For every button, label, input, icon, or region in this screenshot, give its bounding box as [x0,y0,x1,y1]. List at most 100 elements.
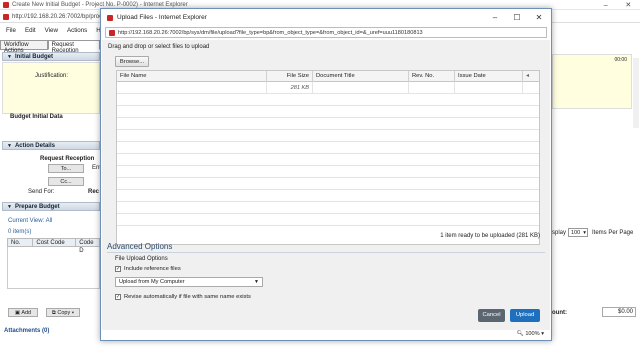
menu-file[interactable]: File [6,27,16,34]
background-tabs: Workflow Actions Request Reception [0,40,100,54]
column-code-description[interactable]: Code D [76,239,99,254]
to-button[interactable]: To... [48,164,84,173]
send-for-label: Send For: [28,189,55,195]
dialog-address-bar[interactable]: http://192.168.20.26:7002/bp/sys/dm/file… [105,27,547,38]
chevron-down-icon: ▼ [254,279,259,285]
empty-row [117,166,539,178]
empty-row [117,94,539,106]
initial-budget-form: Justification: [2,62,100,114]
zoom-icon: 🔍︎ [516,331,524,337]
upload-status: 1 item ready to be uploaded (281 KB) [440,233,540,239]
column-file-size[interactable]: File Size [267,71,313,82]
attachments-link[interactable]: Attachments (0) [4,328,49,334]
action-details-header[interactable]: ▼ Action Details [2,141,100,150]
close-icon[interactable]: ✕ [529,9,549,26]
dialog-title: Upload Files - Internet Explorer [117,14,207,21]
empty-row [117,142,539,154]
prepare-budget-header[interactable]: ▼ Prepare Budget [2,202,100,211]
amount-value: $0.00 [602,307,636,317]
items-per-page-label: Items Per Page [592,230,634,236]
ie-page-icon [107,14,113,21]
revise-automatically-checkbox[interactable]: ✓ Revise automatically if file with same… [115,294,251,300]
upload-button[interactable]: Upload [510,309,540,322]
drag-drop-label: Drag and drop or select files to upload [108,44,210,50]
dialog-body: Drag and drop or select files to upload … [102,40,550,330]
tab-workflow-actions[interactable]: Workflow Actions [0,40,48,54]
upload-source-select[interactable]: Upload from My Computer ▼ [115,277,263,287]
cancel-button[interactable]: Cancel [478,309,505,322]
table-row[interactable]: 281 KB [117,82,539,94]
menu-actions[interactable]: Actions [67,27,87,34]
initial-budget-header[interactable]: ▼ Initial Budget [2,52,100,61]
column-no[interactable]: No. [8,239,34,246]
browse-button[interactable]: Browse... [115,56,149,67]
advanced-options-divider [107,252,545,253]
background-menu-bar: File Edit View Actions Help [0,24,109,37]
items-count: 0 item(s) [8,229,32,235]
upload-files-dialog: Upload Files - Internet Explorer – ☐ ✕ h… [100,8,552,341]
empty-row [117,190,539,202]
current-view-value[interactable]: All [46,218,53,224]
chevron-down-icon: ▾ [583,230,586,236]
tab-request-reception[interactable]: Request Reception [47,40,100,54]
empty-row [117,178,539,190]
menu-edit[interactable]: Edit [25,27,36,34]
zoom-control[interactable]: 🔍︎ 100% ▾ [517,331,544,337]
background-right-panel: 00:00 splay 100 ▾ Items Per Page ount: $0… [552,40,640,340]
empty-row [117,154,539,166]
collapse-icon[interactable]: ▼ [7,204,12,210]
close-icon[interactable]: ✕ [625,1,631,9]
app-icon [3,1,9,8]
right-form-area: 00:00 [552,54,632,109]
cc-button[interactable]: Cc... [48,177,84,186]
copy-button[interactable]: ⧉ Copy ▾ [46,308,80,317]
column-file-name[interactable]: File Name [117,71,267,82]
add-button[interactable]: ▣ Add [8,308,38,317]
file-upload-options-label: File Upload Options [115,256,168,262]
current-view: Current View: All [8,218,53,224]
background-address-text: http://192.168.20.26:7002/bp/proc [12,13,103,20]
grid-options-icon[interactable]: ◂ [523,71,539,82]
empty-row [117,106,539,118]
dialog-status-bar: 🔍︎ 100% ▾ [102,330,550,340]
page-icon [3,13,9,20]
include-reference-files-checkbox[interactable]: ✓ Include reference files [115,266,181,272]
column-cost-code[interactable]: Cost Code [33,239,77,246]
prepare-budget-grid-body [7,247,100,289]
background-window-controls: – ✕ [595,0,640,10]
column-document-title[interactable]: Document Title [313,71,409,82]
request-reception-label: Request Reception [40,156,95,162]
rec-label: Rec [88,189,100,195]
dialog-titlebar: Upload Files - Internet Explorer [101,9,551,26]
right-top-value: 00:00 [614,57,627,63]
dialog-address-text: http://192.168.20.26:7002/bp/sys/dm/file… [118,29,423,36]
checkbox-checked-icon[interactable]: ✓ [115,266,121,272]
column-issue-date[interactable]: Issue Date [455,71,523,82]
file-grid: File Name File Size Document Title Rev. … [116,70,540,245]
maximize-icon[interactable]: ☐ [507,9,527,26]
document-title-cell[interactable] [313,82,409,94]
collapse-icon[interactable]: ▼ [7,143,12,149]
issue-date-cell[interactable] [455,82,523,94]
minimize-icon[interactable]: – [485,9,505,26]
display-label: splay [552,230,567,236]
collapse-icon[interactable]: ▼ [7,54,12,60]
justification-label: Justification: [35,73,69,79]
chevron-down-icon: ▾ [71,310,75,316]
empty-row [117,214,539,226]
empty-row [117,202,539,214]
chevron-down-icon: ▾ [541,331,544,337]
empty-row [117,118,539,130]
budget-initial-data-label: Budget Initial Data [10,114,63,120]
page-icon [109,29,115,36]
items-per-page-select[interactable]: 100 ▾ [568,228,588,237]
copy-icon: ⧉ [51,310,56,316]
file-grid-header: File Name File Size Document Title Rev. … [117,71,539,82]
menu-view[interactable]: View [45,27,58,34]
checkbox-checked-icon[interactable]: ✓ [115,294,121,300]
minimize-icon[interactable]: – [604,2,608,9]
right-scrollbar[interactable] [633,58,639,128]
file-name-cell [117,82,267,94]
rev-no-cell[interactable] [409,82,455,94]
column-rev-no[interactable]: Rev. No. [409,71,455,82]
